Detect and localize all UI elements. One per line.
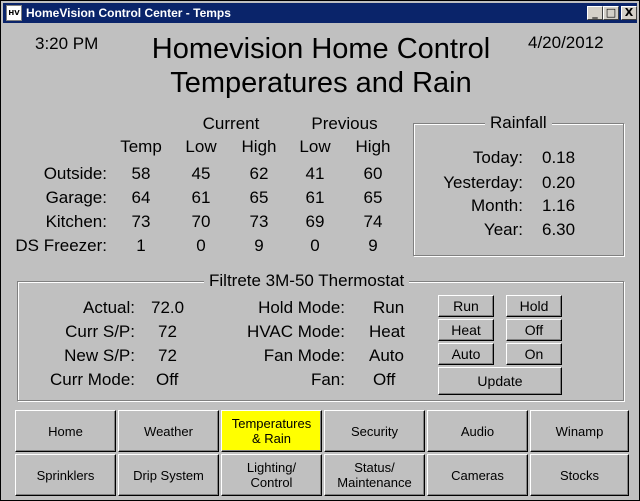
rainfall-label-today: Today: [472,148,523,167]
column-header-previous-high: High [355,137,391,156]
thermostat-label-fan-mode: Fan Mode: [263,346,345,365]
run-button[interactable]: Run [438,295,494,317]
temp-cell: 41 [305,164,325,183]
nav-sprinklers-button[interactable]: Sprinklers [15,454,116,496]
nav-temperatures-rain-button[interactable]: Temperatures & Rain [221,410,322,452]
nav-lighting-control-button[interactable]: Lighting/ Control [221,454,322,496]
clock-time: 3:20 PM [35,34,99,53]
temp-cell: 70 [191,212,211,231]
auto-button[interactable]: Auto [438,343,494,365]
nav-stocks-button[interactable]: Stocks [530,454,629,496]
current-date: 4/20/2012 [528,33,604,52]
rainfall-label-year: Year: [483,220,523,239]
nav-status-maintenance-button[interactable]: Status/ Maintenance [324,454,425,496]
rainfall-value-today: 0.18 [542,148,576,167]
thermostat-label-hold-mode: Hold Mode: [258,298,345,317]
thermostat-value-fan-mode: Auto [369,346,404,365]
temp-cell: 61 [191,188,211,207]
rainfall-value-year: 6.30 [542,220,576,239]
nav-security-button[interactable]: Security [324,410,425,452]
thermostat-value-hold-mode: Run [373,298,405,317]
previous-group-header: Previous [311,114,378,133]
column-header-current-low: Low [185,137,217,156]
close-button[interactable]: X [621,6,637,20]
rainfall-label-month: Month: [471,196,523,215]
temp-cell: 74 [363,212,383,231]
rainfall-value-yesterday: 0.20 [542,173,576,192]
column-header-previous-low: Low [299,137,331,156]
temp-cell: 73 [131,212,151,231]
temp-row-label: Outside: [43,164,107,183]
thermostat-label-curr-sp: Curr S/P: [65,322,135,341]
thermostat-value-actual: 72.0 [151,298,185,317]
temp-cell: 62 [249,164,269,183]
thermostat-label-fan: Fan: [310,370,345,389]
app-window: HV HomeVision Control Center - Temps _ □… [0,0,640,501]
temp-cell: 69 [305,212,325,231]
temp-cell: 64 [131,188,151,207]
temp-cell: 61 [305,188,325,207]
nav-weather-button[interactable]: Weather [118,410,219,452]
off-button[interactable]: Off [506,319,562,341]
hold-button[interactable]: Hold [506,295,562,317]
page-subtitle: Temperatures and Rain [170,67,472,99]
temp-cell: 9 [368,236,378,255]
update-button[interactable]: Update [438,367,562,395]
thermostat-value-hvac-mode: Heat [369,322,405,341]
window-title: HomeVision Control Center - Temps [26,6,231,20]
nav-drip-system-button[interactable]: Drip System [118,454,219,496]
rainfall-value-month: 1.16 [542,196,576,215]
column-header-current-high: High [241,137,277,156]
thermostat-label-new-sp: New S/P: [64,346,135,365]
minimize-button[interactable]: _ [587,6,603,20]
temp-cell: 1 [136,236,146,255]
app-icon: HV [6,5,22,21]
temp-cell: 45 [191,164,211,183]
temp-cell: 9 [254,236,264,255]
column-header-temp: Temp [120,137,162,156]
temp-cell: 0 [310,236,320,255]
rainfall-label-yesterday: Yesterday: [443,173,523,192]
thermostat-value-curr-sp: 72 [158,322,177,341]
thermostat-value-new-sp: 72 [158,346,177,365]
temp-row-label: Garage: [45,188,107,207]
temp-cell: 0 [196,236,206,255]
on-button[interactable]: On [506,343,562,365]
temp-cell: 58 [131,164,151,183]
thermostat-value-curr-mode: Off [156,370,179,389]
title-bar[interactable]: HV HomeVision Control Center - Temps _ □… [3,3,637,23]
temp-cell: 65 [249,188,269,207]
temp-row-label: DS Freezer: [15,236,107,255]
thermostat-title: Filtrete 3M-50 Thermostat [204,271,410,291]
thermostat-label-curr-mode: Curr Mode: [49,370,135,389]
heat-button[interactable]: Heat [438,319,494,341]
nav-audio-button[interactable]: Audio [427,410,528,452]
temp-cell: 65 [363,188,383,207]
current-group-header: Current [202,114,260,133]
nav-winamp-button[interactable]: Winamp [530,410,629,452]
thermostat-label-hvac-mode: HVAC Mode: [247,322,345,341]
nav-cameras-button[interactable]: Cameras [427,454,528,496]
thermostat-label-actual: Actual: [83,298,135,317]
rainfall-title: Rainfall [485,113,552,133]
thermostat-value-fan: Off [373,370,396,389]
temp-cell: 73 [249,212,269,231]
nav-home-button[interactable]: Home [15,410,116,452]
maximize-button[interactable]: □ [603,6,619,20]
temp-row-label: Kitchen: [45,212,107,231]
page-title: Homevision Home Control [151,33,491,65]
temp-cell: 60 [363,164,383,183]
